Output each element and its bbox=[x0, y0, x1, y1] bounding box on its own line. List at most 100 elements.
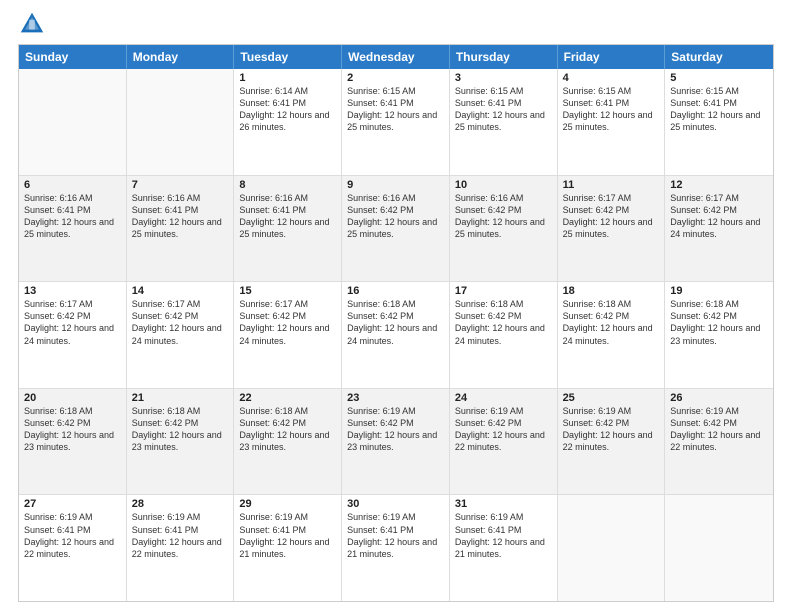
day-number: 4 bbox=[563, 72, 660, 84]
calendar-day-7: 7Sunrise: 6:16 AM Sunset: 6:41 PM Daylig… bbox=[127, 176, 235, 282]
calendar-day-14: 14Sunrise: 6:17 AM Sunset: 6:42 PM Dayli… bbox=[127, 282, 235, 388]
day-info: Sunrise: 6:17 AM Sunset: 6:42 PM Dayligh… bbox=[24, 298, 121, 347]
day-number: 19 bbox=[670, 285, 768, 297]
day-info: Sunrise: 6:15 AM Sunset: 6:41 PM Dayligh… bbox=[347, 85, 444, 134]
calendar-day-24: 24Sunrise: 6:19 AM Sunset: 6:42 PM Dayli… bbox=[450, 389, 558, 495]
calendar-day-23: 23Sunrise: 6:19 AM Sunset: 6:42 PM Dayli… bbox=[342, 389, 450, 495]
calendar-day-10: 10Sunrise: 6:16 AM Sunset: 6:42 PM Dayli… bbox=[450, 176, 558, 282]
day-info: Sunrise: 6:17 AM Sunset: 6:42 PM Dayligh… bbox=[239, 298, 336, 347]
day-info: Sunrise: 6:19 AM Sunset: 6:42 PM Dayligh… bbox=[455, 405, 552, 454]
day-number: 7 bbox=[132, 179, 229, 191]
day-info: Sunrise: 6:19 AM Sunset: 6:41 PM Dayligh… bbox=[239, 511, 336, 560]
calendar-empty-cell bbox=[19, 69, 127, 175]
calendar: SundayMondayTuesdayWednesdayThursdayFrid… bbox=[18, 44, 774, 602]
calendar-day-19: 19Sunrise: 6:18 AM Sunset: 6:42 PM Dayli… bbox=[665, 282, 773, 388]
calendar-day-25: 25Sunrise: 6:19 AM Sunset: 6:42 PM Dayli… bbox=[558, 389, 666, 495]
day-info: Sunrise: 6:14 AM Sunset: 6:41 PM Dayligh… bbox=[239, 85, 336, 134]
day-info: Sunrise: 6:17 AM Sunset: 6:42 PM Dayligh… bbox=[563, 192, 660, 241]
day-number: 28 bbox=[132, 498, 229, 510]
calendar-day-16: 16Sunrise: 6:18 AM Sunset: 6:42 PM Dayli… bbox=[342, 282, 450, 388]
day-info: Sunrise: 6:15 AM Sunset: 6:41 PM Dayligh… bbox=[455, 85, 552, 134]
calendar-day-9: 9Sunrise: 6:16 AM Sunset: 6:42 PM Daylig… bbox=[342, 176, 450, 282]
calendar-header: SundayMondayTuesdayWednesdayThursdayFrid… bbox=[19, 45, 773, 69]
day-info: Sunrise: 6:17 AM Sunset: 6:42 PM Dayligh… bbox=[132, 298, 229, 347]
calendar-week-4: 20Sunrise: 6:18 AM Sunset: 6:42 PM Dayli… bbox=[19, 388, 773, 495]
calendar-day-26: 26Sunrise: 6:19 AM Sunset: 6:42 PM Dayli… bbox=[665, 389, 773, 495]
calendar-week-1: 1Sunrise: 6:14 AM Sunset: 6:41 PM Daylig… bbox=[19, 69, 773, 175]
day-number: 30 bbox=[347, 498, 444, 510]
day-number: 29 bbox=[239, 498, 336, 510]
day-number: 23 bbox=[347, 392, 444, 404]
day-info: Sunrise: 6:19 AM Sunset: 6:41 PM Dayligh… bbox=[347, 511, 444, 560]
calendar-day-11: 11Sunrise: 6:17 AM Sunset: 6:42 PM Dayli… bbox=[558, 176, 666, 282]
calendar-day-15: 15Sunrise: 6:17 AM Sunset: 6:42 PM Dayli… bbox=[234, 282, 342, 388]
calendar-day-18: 18Sunrise: 6:18 AM Sunset: 6:42 PM Dayli… bbox=[558, 282, 666, 388]
day-info: Sunrise: 6:15 AM Sunset: 6:41 PM Dayligh… bbox=[563, 85, 660, 134]
calendar-day-29: 29Sunrise: 6:19 AM Sunset: 6:41 PM Dayli… bbox=[234, 495, 342, 601]
calendar-empty-cell bbox=[127, 69, 235, 175]
calendar-empty-cell bbox=[558, 495, 666, 601]
header bbox=[18, 10, 774, 38]
day-header-thursday: Thursday bbox=[450, 45, 558, 69]
day-header-saturday: Saturday bbox=[665, 45, 773, 69]
calendar-week-5: 27Sunrise: 6:19 AM Sunset: 6:41 PM Dayli… bbox=[19, 494, 773, 601]
day-header-friday: Friday bbox=[558, 45, 666, 69]
day-number: 2 bbox=[347, 72, 444, 84]
day-info: Sunrise: 6:16 AM Sunset: 6:42 PM Dayligh… bbox=[347, 192, 444, 241]
day-number: 6 bbox=[24, 179, 121, 191]
calendar-day-27: 27Sunrise: 6:19 AM Sunset: 6:41 PM Dayli… bbox=[19, 495, 127, 601]
calendar-day-6: 6Sunrise: 6:16 AM Sunset: 6:41 PM Daylig… bbox=[19, 176, 127, 282]
day-number: 16 bbox=[347, 285, 444, 297]
day-info: Sunrise: 6:18 AM Sunset: 6:42 PM Dayligh… bbox=[455, 298, 552, 347]
day-number: 11 bbox=[563, 179, 660, 191]
calendar-day-31: 31Sunrise: 6:19 AM Sunset: 6:41 PM Dayli… bbox=[450, 495, 558, 601]
day-info: Sunrise: 6:18 AM Sunset: 6:42 PM Dayligh… bbox=[239, 405, 336, 454]
day-number: 17 bbox=[455, 285, 552, 297]
day-info: Sunrise: 6:19 AM Sunset: 6:42 PM Dayligh… bbox=[347, 405, 444, 454]
day-info: Sunrise: 6:16 AM Sunset: 6:41 PM Dayligh… bbox=[132, 192, 229, 241]
day-info: Sunrise: 6:16 AM Sunset: 6:41 PM Dayligh… bbox=[239, 192, 336, 241]
day-number: 24 bbox=[455, 392, 552, 404]
day-number: 15 bbox=[239, 285, 336, 297]
calendar-day-30: 30Sunrise: 6:19 AM Sunset: 6:41 PM Dayli… bbox=[342, 495, 450, 601]
day-number: 12 bbox=[670, 179, 768, 191]
day-number: 27 bbox=[24, 498, 121, 510]
day-number: 10 bbox=[455, 179, 552, 191]
day-info: Sunrise: 6:19 AM Sunset: 6:41 PM Dayligh… bbox=[455, 511, 552, 560]
day-info: Sunrise: 6:16 AM Sunset: 6:42 PM Dayligh… bbox=[455, 192, 552, 241]
calendar-empty-cell bbox=[665, 495, 773, 601]
day-header-tuesday: Tuesday bbox=[234, 45, 342, 69]
calendar-day-5: 5Sunrise: 6:15 AM Sunset: 6:41 PM Daylig… bbox=[665, 69, 773, 175]
calendar-day-21: 21Sunrise: 6:18 AM Sunset: 6:42 PM Dayli… bbox=[127, 389, 235, 495]
logo-icon bbox=[18, 10, 46, 38]
day-info: Sunrise: 6:19 AM Sunset: 6:42 PM Dayligh… bbox=[670, 405, 768, 454]
day-number: 22 bbox=[239, 392, 336, 404]
day-number: 26 bbox=[670, 392, 768, 404]
day-info: Sunrise: 6:19 AM Sunset: 6:41 PM Dayligh… bbox=[24, 511, 121, 560]
calendar-week-3: 13Sunrise: 6:17 AM Sunset: 6:42 PM Dayli… bbox=[19, 281, 773, 388]
calendar-day-13: 13Sunrise: 6:17 AM Sunset: 6:42 PM Dayli… bbox=[19, 282, 127, 388]
day-number: 9 bbox=[347, 179, 444, 191]
day-number: 13 bbox=[24, 285, 121, 297]
calendar-day-2: 2Sunrise: 6:15 AM Sunset: 6:41 PM Daylig… bbox=[342, 69, 450, 175]
day-info: Sunrise: 6:18 AM Sunset: 6:42 PM Dayligh… bbox=[132, 405, 229, 454]
day-number: 1 bbox=[239, 72, 336, 84]
calendar-day-3: 3Sunrise: 6:15 AM Sunset: 6:41 PM Daylig… bbox=[450, 69, 558, 175]
day-info: Sunrise: 6:19 AM Sunset: 6:41 PM Dayligh… bbox=[132, 511, 229, 560]
calendar-day-20: 20Sunrise: 6:18 AM Sunset: 6:42 PM Dayli… bbox=[19, 389, 127, 495]
calendar-day-28: 28Sunrise: 6:19 AM Sunset: 6:41 PM Dayli… bbox=[127, 495, 235, 601]
day-number: 5 bbox=[670, 72, 768, 84]
calendar-day-4: 4Sunrise: 6:15 AM Sunset: 6:41 PM Daylig… bbox=[558, 69, 666, 175]
calendar-week-2: 6Sunrise: 6:16 AM Sunset: 6:41 PM Daylig… bbox=[19, 175, 773, 282]
day-info: Sunrise: 6:15 AM Sunset: 6:41 PM Dayligh… bbox=[670, 85, 768, 134]
day-info: Sunrise: 6:19 AM Sunset: 6:42 PM Dayligh… bbox=[563, 405, 660, 454]
day-info: Sunrise: 6:18 AM Sunset: 6:42 PM Dayligh… bbox=[563, 298, 660, 347]
calendar-day-8: 8Sunrise: 6:16 AM Sunset: 6:41 PM Daylig… bbox=[234, 176, 342, 282]
day-number: 20 bbox=[24, 392, 121, 404]
calendar-day-17: 17Sunrise: 6:18 AM Sunset: 6:42 PM Dayli… bbox=[450, 282, 558, 388]
day-header-monday: Monday bbox=[127, 45, 235, 69]
day-number: 21 bbox=[132, 392, 229, 404]
day-info: Sunrise: 6:17 AM Sunset: 6:42 PM Dayligh… bbox=[670, 192, 768, 241]
day-info: Sunrise: 6:18 AM Sunset: 6:42 PM Dayligh… bbox=[24, 405, 121, 454]
day-info: Sunrise: 6:16 AM Sunset: 6:41 PM Dayligh… bbox=[24, 192, 121, 241]
